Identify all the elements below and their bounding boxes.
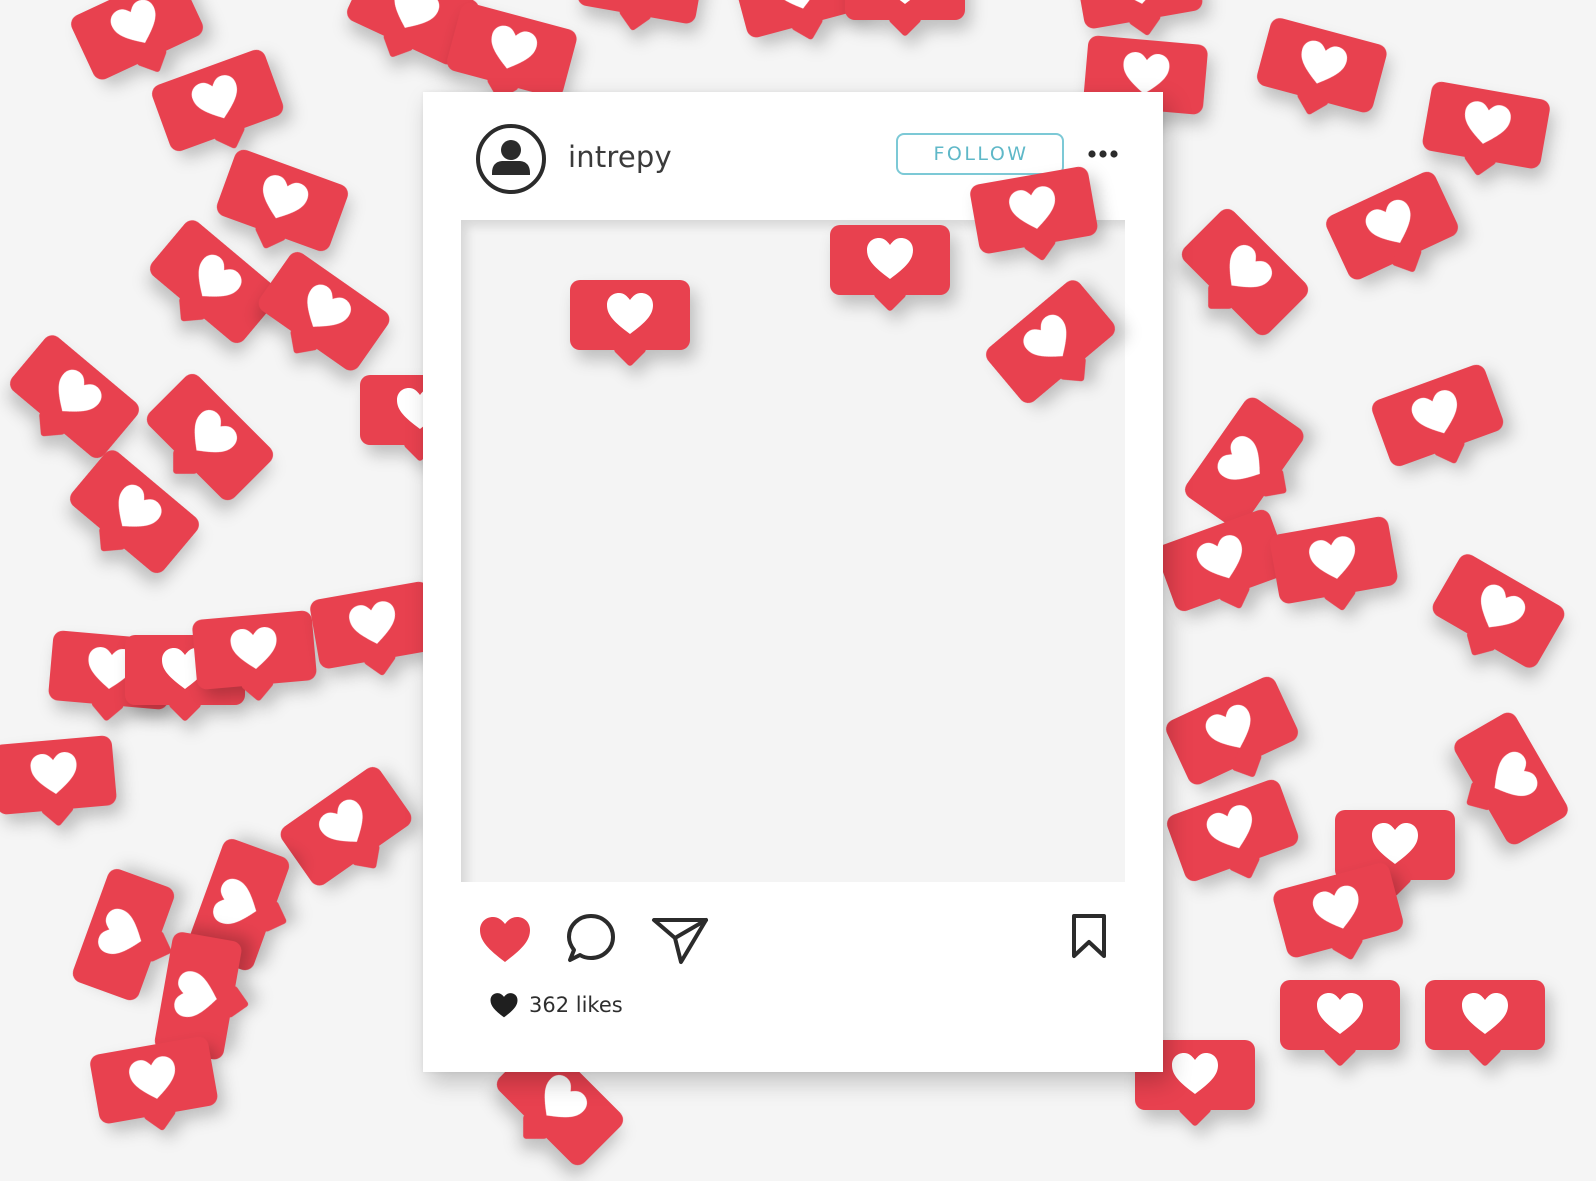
user-avatar-icon[interactable] [475,123,547,195]
post-actions: 362 likes [423,882,1163,1072]
like-badge-icon [1162,673,1307,801]
like-badge-icon [338,0,483,80]
like-badge-icon [1419,80,1552,184]
follow-button[interactable]: FOLLOW [896,133,1064,175]
like-badge-icon [88,1035,222,1139]
like-badge-icon [1335,810,1455,897]
like-badge-icon [1268,515,1402,619]
like-badge-icon [570,280,690,367]
like-badge-icon [125,635,245,722]
comment-button[interactable] [565,912,617,966]
like-badge-icon [149,47,290,167]
like-badge-icon [209,147,351,267]
like-badge-icon [1439,709,1572,855]
paper-plane-icon [652,918,708,964]
like-badge-icon [276,763,423,901]
likes-count[interactable]: 362 likes [529,993,623,1017]
like-badge-icon [1073,0,1207,44]
like-badge-icon [133,369,278,514]
like-badge-icon [247,248,394,386]
like-badge-icon [67,0,212,95]
like-badge-icon [47,629,174,724]
like-badge-icon [1168,204,1313,349]
like-badge-icon [57,446,203,587]
more-options-icon[interactable] [1083,140,1123,168]
heart-icon [480,917,530,962]
share-button[interactable] [651,912,709,966]
like-badge-icon [845,0,965,37]
comment-bubble-icon [567,914,615,962]
like-button[interactable] [478,915,532,965]
like-badge-icon [731,0,869,53]
like-badge-icon [1425,980,1545,1067]
bookmark-icon [1072,914,1106,958]
like-badge-icon [0,734,118,829]
small-heart-icon [490,992,518,1017]
like-badge-icon [191,609,319,704]
like-badge-icon [574,0,707,39]
like-badge-icon [1271,860,1409,973]
like-badge-icon [1154,507,1295,627]
like-badge-icon [1369,362,1510,482]
likes-summary: 362 likes [489,990,623,1020]
like-badge-icon [185,836,305,977]
like-badge-icon [308,580,442,684]
like-badge-icon [1322,168,1467,296]
like-badge-icon [0,331,143,472]
username[interactable]: intrepy [568,140,672,174]
like-badge-icon [830,225,950,312]
like-badge-icon [1181,393,1319,540]
like-badge-icon [1422,550,1568,684]
like-badge-icon [1164,777,1305,897]
like-badge-icon [70,866,190,1007]
like-badge-icon [153,930,257,1064]
like-badge-icon [1280,980,1400,1067]
save-button[interactable] [1069,912,1109,960]
like-badge-icon [137,216,283,357]
like-badge-icon [1251,15,1389,128]
